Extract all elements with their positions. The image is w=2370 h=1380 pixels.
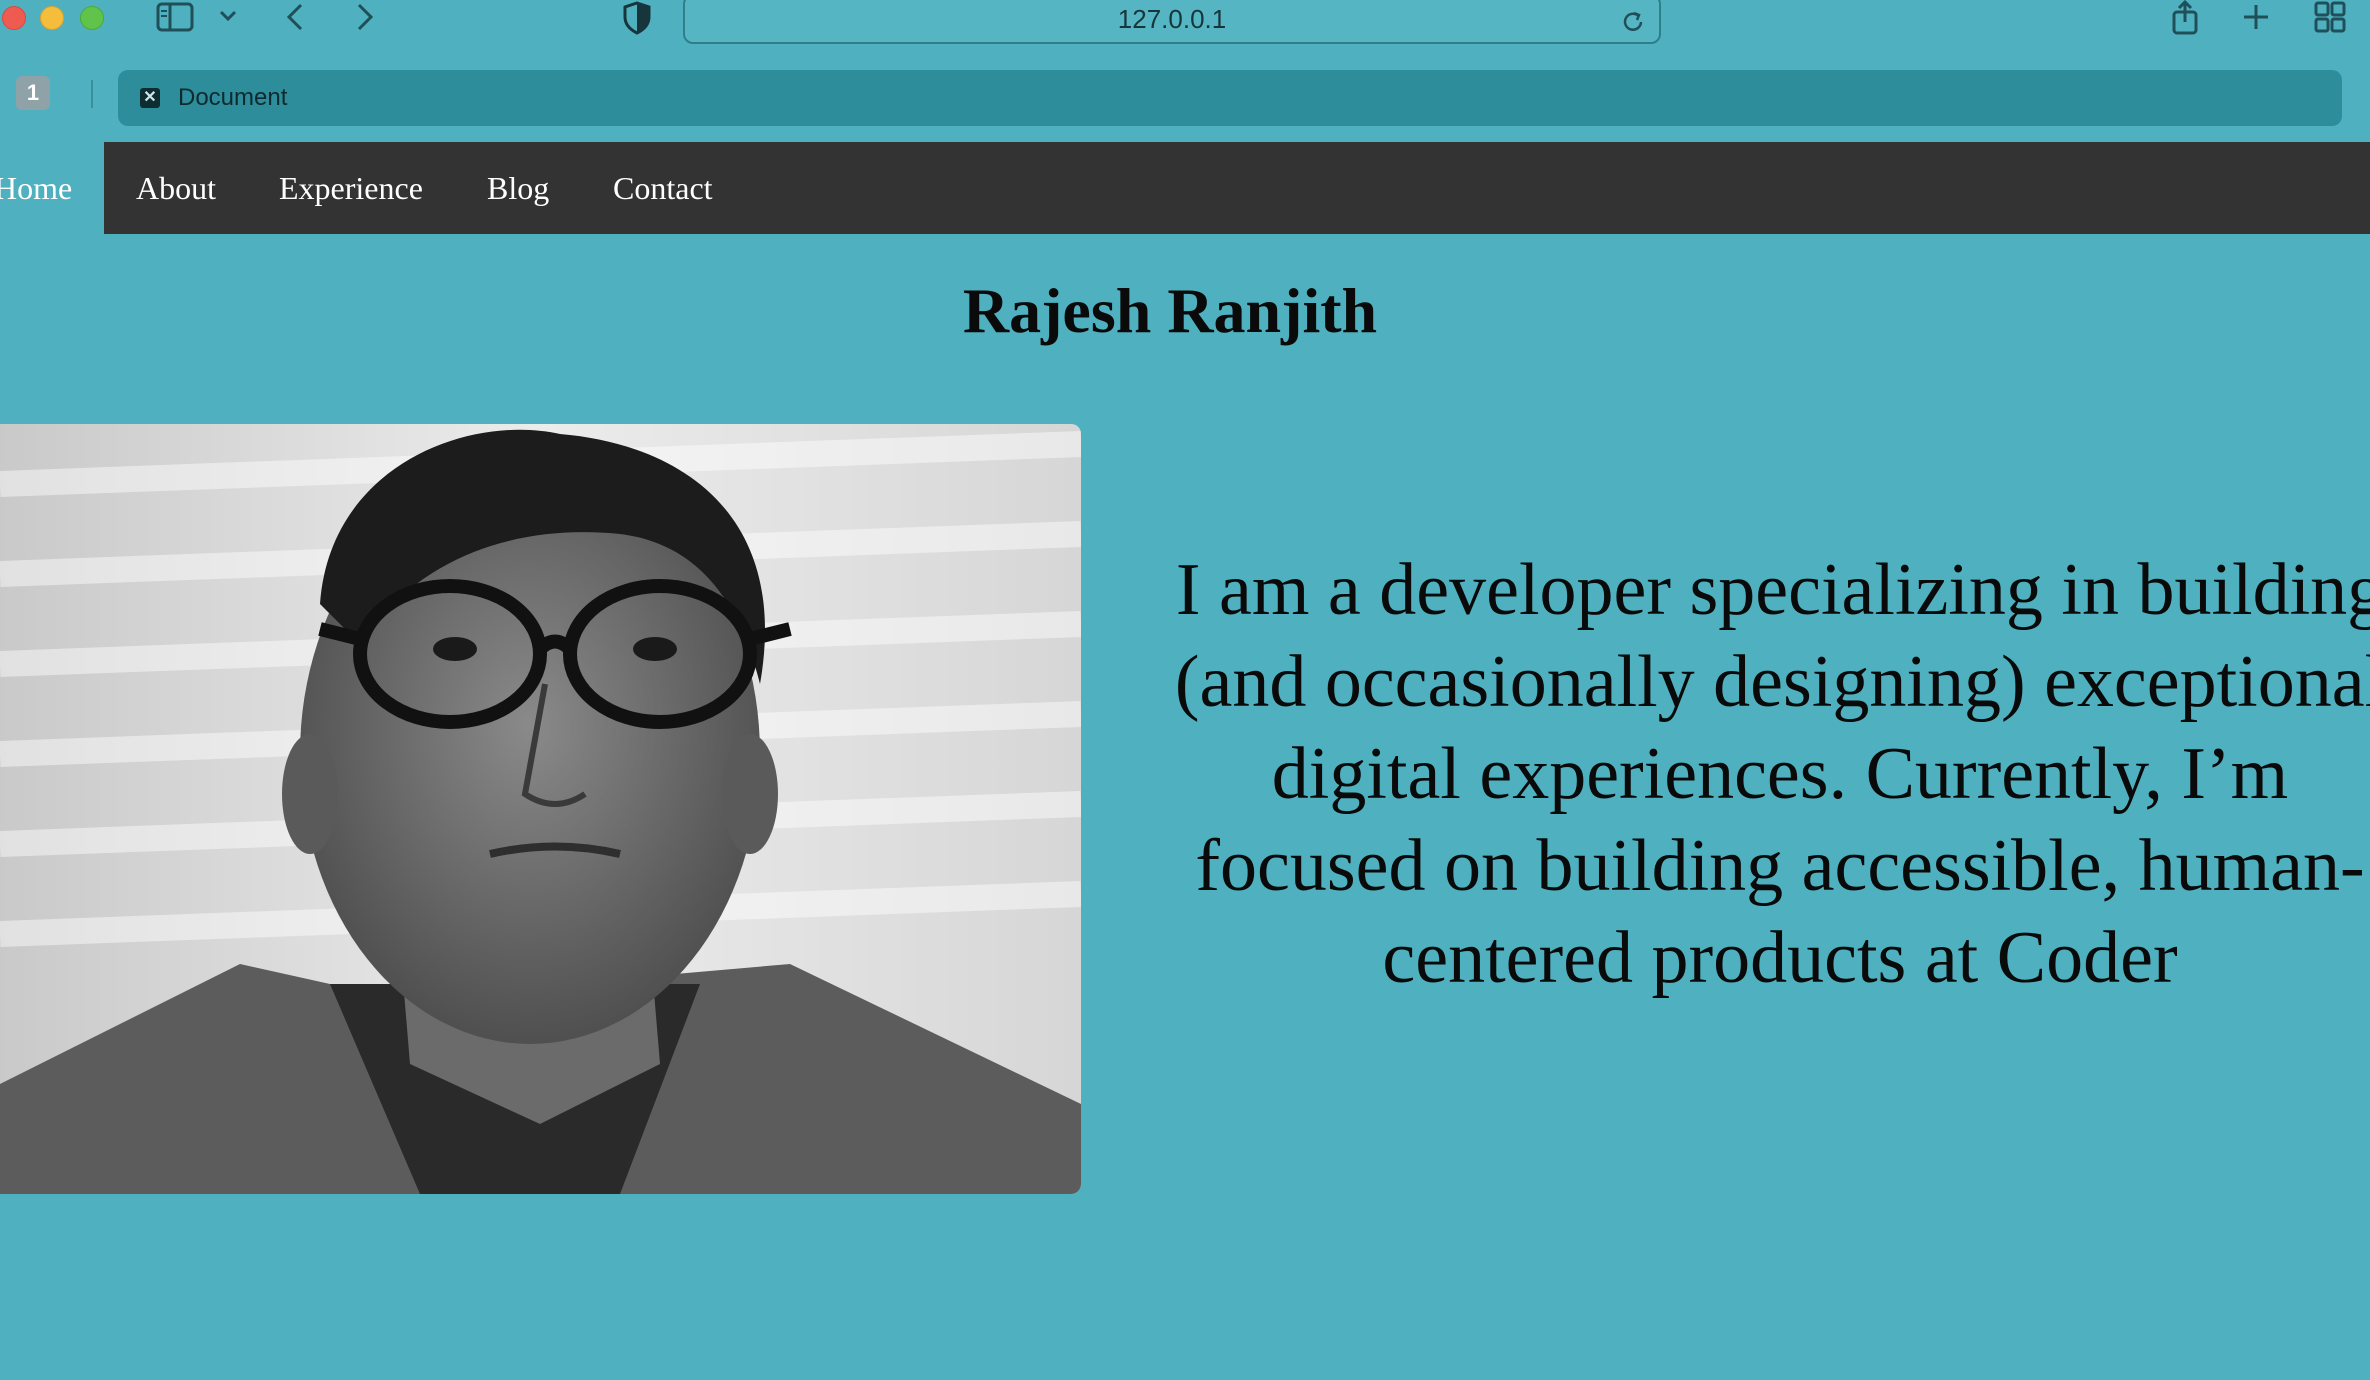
minimize-window-button[interactable] xyxy=(40,6,64,30)
intro-paragraph: I am a developer specializing in buildin… xyxy=(1174,549,2370,999)
browser-toolbar: 127.0.0.1 xyxy=(0,0,2370,50)
url-text: 127.0.0.1 xyxy=(1117,4,1227,34)
nav-item-about[interactable]: About xyxy=(136,142,216,234)
nav-item-experience[interactable]: Experience xyxy=(279,142,423,234)
page-title: Rajesh Ranjith xyxy=(962,275,1378,346)
address-bar[interactable]: 127.0.0.1 xyxy=(683,0,1661,44)
profile-photo xyxy=(0,424,1081,1194)
favicon-icon: ✕ xyxy=(140,88,160,108)
nav-item-blog[interactable]: Blog xyxy=(487,142,549,234)
tab-divider xyxy=(91,80,93,108)
tab-count-badge[interactable]: 1 xyxy=(16,76,50,110)
sidebar-icon[interactable] xyxy=(154,0,196,34)
new-tab-icon[interactable] xyxy=(2240,0,2272,34)
nav-item-contact[interactable]: Contact xyxy=(613,142,713,234)
nav-item-home[interactable]: Home xyxy=(0,142,105,234)
tab-document[interactable]: ✕ Document xyxy=(118,70,2342,126)
tab-strip: 1 ✕ Document xyxy=(0,62,2370,132)
chevron-down-icon[interactable] xyxy=(216,4,240,28)
share-icon[interactable] xyxy=(2170,0,2200,36)
close-window-button[interactable] xyxy=(2,6,26,30)
back-icon[interactable] xyxy=(282,0,308,34)
tab-title: Document xyxy=(178,84,288,111)
site-navbar: Home About Experience Blog Contact xyxy=(0,142,2370,234)
shield-icon[interactable] xyxy=(620,0,654,36)
tab-overview-icon[interactable] xyxy=(2312,0,2348,34)
forward-icon[interactable] xyxy=(352,0,378,34)
zoom-window-button[interactable] xyxy=(80,6,104,30)
reload-icon[interactable] xyxy=(1619,8,1647,36)
